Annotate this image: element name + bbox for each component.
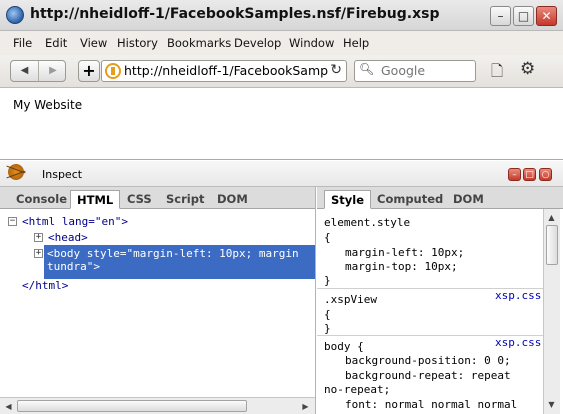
rule-brace: }: [324, 274, 331, 287]
page-heading: My Website: [13, 98, 83, 112]
css-property[interactable]: margin-top: 10px;: [345, 260, 458, 273]
rule-brace: }: [324, 322, 331, 335]
search-bar[interactable]: 🔍︎: [354, 60, 476, 82]
new-tab-button[interactable]: +: [78, 60, 100, 82]
tab-style[interactable]: Style: [324, 190, 372, 209]
menu-bookmarks[interactable]: Bookmarks: [167, 36, 231, 50]
menu-bar: File Edit View History Bookmarks Develop…: [0, 31, 563, 55]
page-menu-icon[interactable]: 🗋: [491, 61, 503, 86]
css-property[interactable]: background-repeat: repeat: [345, 369, 511, 382]
html-close-node[interactable]: </html>: [22, 279, 68, 292]
forward-button[interactable]: ▶: [39, 61, 67, 81]
firebug-icon[interactable]: [8, 164, 24, 180]
minimize-button[interactable]: –: [490, 6, 511, 26]
url-bar[interactable]: http://nheidloff-1/FacebookSamples. ↻: [101, 60, 347, 82]
menu-edit[interactable]: Edit: [45, 36, 67, 50]
html-open-node[interactable]: <html lang="en">: [22, 215, 128, 228]
menu-history[interactable]: History: [117, 36, 158, 50]
tab-side-dom[interactable]: DOM: [447, 190, 490, 209]
tab-console[interactable]: Console: [10, 190, 73, 209]
html-tree: − <html lang="en"> + <head> + <body styl…: [0, 209, 315, 397]
rule-source-link[interactable]: xsp.css: [495, 289, 541, 302]
navigation-toolbar: ◀ ▶ + http://nheidloff-1/FacebookSamples…: [0, 55, 563, 88]
reload-icon[interactable]: ↻: [330, 62, 342, 78]
tab-html[interactable]: HTML: [70, 190, 121, 209]
panel-tabs: Console HTML CSS Script DOM: [0, 187, 315, 209]
menu-develop[interactable]: Develop: [234, 36, 281, 50]
maximize-button[interactable]: □: [513, 6, 534, 26]
body-node-selected[interactable]: <body style="margin-left: 10px; margin t…: [44, 245, 315, 279]
url-text[interactable]: http://nheidloff-1/FacebookSamples.: [124, 63, 329, 78]
style-vertical-scrollbar[interactable]: ▲ ▼: [543, 209, 560, 414]
head-node[interactable]: <head>: [48, 231, 88, 244]
css-property[interactable]: background-position: 0 0;: [345, 354, 511, 367]
tab-script[interactable]: Script: [160, 190, 210, 209]
horizontal-scroll-thumb[interactable]: [17, 400, 247, 412]
css-property[interactable]: margin-left: 10px;: [345, 246, 464, 259]
css-property-continuation: no-repeat;: [324, 383, 391, 396]
body-node-line1: <body style="margin-left: 10px; margin: [47, 247, 299, 260]
rule-xspview-selector[interactable]: .xspView: [324, 293, 377, 306]
html-panel: Console HTML CSS Script DOM − <html lang…: [0, 187, 316, 414]
scroll-up-icon[interactable]: ▲: [544, 210, 559, 225]
firebug-detach-icon[interactable]: □: [523, 168, 536, 181]
tab-computed[interactable]: Computed: [371, 190, 449, 209]
back-button[interactable]: ◀: [11, 61, 39, 81]
body-node-line2: tundra">: [47, 260, 100, 273]
tools-gear-icon[interactable]: ⚙: [520, 59, 535, 79]
firebug-close-icon[interactable]: ○: [539, 168, 552, 181]
close-button[interactable]: ✕: [536, 6, 557, 26]
firebug-toolbar: Inspect – □ ○: [0, 161, 563, 187]
vertical-scroll-thumb[interactable]: [546, 225, 558, 265]
menu-view[interactable]: View: [80, 36, 107, 50]
tab-css[interactable]: CSS: [121, 190, 158, 209]
window-titlebar: http://nheidloff-1/FacebookSamples.nsf/F…: [0, 0, 563, 31]
menu-file[interactable]: File: [13, 36, 32, 50]
window-title: http://nheidloff-1/FacebookSamples.nsf/F…: [30, 6, 440, 22]
search-input[interactable]: [381, 63, 471, 78]
css-rules: element.style { margin-left: 10px; margi…: [317, 209, 543, 414]
css-property[interactable]: font: normal normal normal: [345, 398, 517, 411]
search-engine-icon[interactable]: 🔍︎: [359, 62, 374, 76]
site-identity-icon[interactable]: [105, 63, 121, 79]
menu-help[interactable]: Help: [343, 36, 369, 50]
firefox-icon: [6, 6, 24, 24]
collapse-html-toggle[interactable]: −: [8, 217, 17, 226]
expand-head-toggle[interactable]: +: [34, 233, 43, 242]
page-content: My Website: [0, 88, 563, 160]
rule-body-selector[interactable]: body {: [324, 340, 364, 353]
back-forward-group: ◀ ▶: [10, 60, 66, 82]
tab-dom[interactable]: DOM: [211, 190, 254, 209]
rule-brace: {: [324, 308, 331, 321]
scroll-right-icon[interactable]: ▶: [298, 399, 313, 414]
rule-element-style-selector[interactable]: element.style: [324, 216, 410, 229]
scroll-left-icon[interactable]: ◀: [1, 399, 16, 414]
scroll-down-icon[interactable]: ▼: [544, 397, 559, 412]
expand-body-toggle[interactable]: +: [34, 249, 43, 258]
side-panel-tabs: Style Computed DOM: [317, 187, 563, 209]
style-panel: Style Computed DOM element.style { margi…: [317, 187, 563, 414]
menu-window[interactable]: Window: [289, 36, 334, 50]
firebug-minimize-icon[interactable]: –: [508, 168, 521, 181]
rule-brace: {: [324, 231, 331, 244]
inspect-button[interactable]: Inspect: [42, 168, 82, 181]
html-horizontal-scrollbar[interactable]: ◀ ▶: [0, 397, 315, 414]
rule-source-link[interactable]: xsp.css: [495, 336, 541, 349]
